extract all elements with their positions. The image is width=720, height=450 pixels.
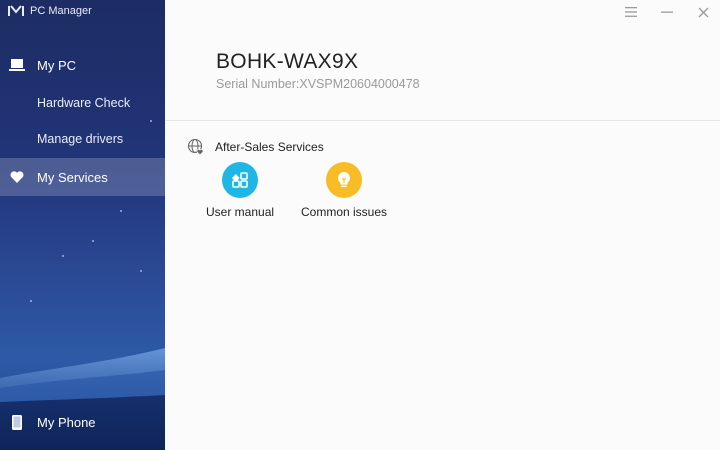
serial-value: XVSPM20604000478 <box>299 77 420 91</box>
sidebar-item-my-phone[interactable]: My Phone <box>0 403 165 441</box>
sidebar-item-my-services[interactable]: My Services <box>0 158 165 196</box>
minimize-icon[interactable] <box>658 4 676 20</box>
service-label: Common issues <box>301 205 388 219</box>
divider <box>165 120 720 121</box>
device-name: BOHK-WAX9X <box>216 50 359 73</box>
globe-heart-icon <box>187 138 204 156</box>
serial-label: Serial Number: <box>216 77 300 91</box>
app-title: PC Manager <box>30 5 92 17</box>
sidebar-item-hardware-check[interactable]: Hardware Check <box>0 84 165 122</box>
serial-number: Serial Number: XVSPM20604000478 <box>216 77 420 91</box>
laptop-icon <box>7 59 27 71</box>
lightbulb-icon <box>326 162 363 198</box>
heart-icon <box>7 171 27 183</box>
service-label: User manual <box>206 205 275 219</box>
sidebar-item-my-pc[interactable]: My PC <box>0 46 165 84</box>
user-manual-button[interactable]: User manual <box>206 162 274 219</box>
app-title-bar: PC Manager <box>8 5 92 17</box>
star-decoration <box>62 255 64 257</box>
close-icon[interactable] <box>694 4 712 20</box>
after-sales-section-header: After-Sales Services <box>187 138 324 156</box>
star-decoration <box>120 210 122 212</box>
sidebar-item-label: Hardware Check <box>37 96 131 110</box>
pc-manager-logo-icon <box>8 5 24 16</box>
common-issues-button[interactable]: Common issues <box>301 162 387 219</box>
window-controls <box>622 4 712 20</box>
sidebar-item-label: My Services <box>37 169 108 185</box>
star-decoration <box>30 300 32 302</box>
grid-manual-icon <box>222 162 259 198</box>
sidebar-item-label: My Phone <box>37 414 96 430</box>
section-title: After-Sales Services <box>215 140 324 154</box>
main-panel: BOHK-WAX9X Serial Number: XVSPM206040004… <box>165 0 720 450</box>
sidebar-item-label: My PC <box>37 57 76 73</box>
sidebar: PC Manager My PC Hardware Check Manage d… <box>0 0 165 450</box>
menu-icon[interactable] <box>622 4 640 20</box>
sidebar-item-label: Manage drivers <box>37 132 124 146</box>
star-decoration <box>92 240 94 242</box>
phone-icon <box>7 414 27 430</box>
star-decoration <box>140 270 142 272</box>
sidebar-item-manage-drivers[interactable]: Manage drivers <box>0 120 165 158</box>
